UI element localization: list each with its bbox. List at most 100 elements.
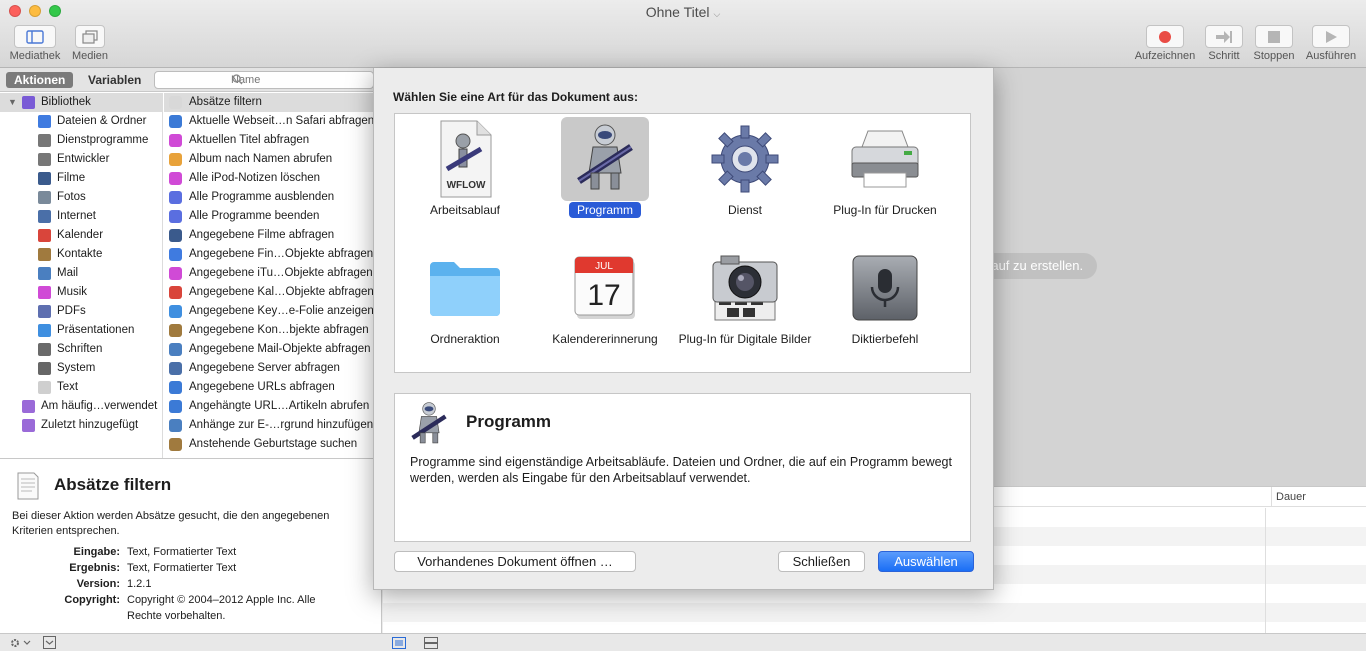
list-view-icon[interactable]	[392, 637, 406, 649]
category-item[interactable]: Am häufig…verwendet	[0, 397, 162, 416]
action-icon	[169, 343, 182, 356]
action-item[interactable]: Absätze filtern	[164, 93, 382, 112]
category-item[interactable]: Kontakte	[0, 245, 162, 264]
action-icon	[169, 210, 182, 223]
category-item[interactable]: Fotos	[0, 188, 162, 207]
action-label: Aktuelle Webseit…n Safari abfragen	[189, 115, 375, 127]
media-label: Medien	[71, 50, 109, 62]
action-label: Angehängte URL…Artikeln abrufen	[189, 400, 370, 412]
gear-menu-icon[interactable]	[9, 637, 31, 649]
library-search-input[interactable]	[154, 71, 374, 89]
run-button[interactable]: Ausführen	[1302, 25, 1360, 62]
open-existing-document-button[interactable]: Vorhandenes Dokument öffnen …	[394, 551, 636, 572]
step-button[interactable]: Schritt	[1203, 25, 1245, 62]
category-label: Kontakte	[57, 248, 103, 260]
meta-key: Eingabe:	[73, 546, 120, 558]
stop-button[interactable]: Stoppen	[1250, 25, 1298, 62]
action-item[interactable]: Album nach Namen abrufen	[164, 150, 382, 169]
action-item[interactable]: Angegebene URLs abfragen	[164, 378, 382, 397]
type-application[interactable]: Programm	[535, 117, 675, 218]
category-item[interactable]: Text	[0, 378, 162, 397]
action-item[interactable]: Anhänge zur E-…rgrund hinzufügen	[164, 416, 382, 435]
type-dictation-command[interactable]: Diktierbefehl	[815, 246, 955, 347]
action-description-text: Bei dieser Aktion werden Absätze gesucht…	[12, 510, 330, 537]
action-item[interactable]: Angegebene Key…e-Folie anzeigen	[164, 302, 382, 321]
media-button[interactable]: Medien	[68, 25, 112, 62]
tab-variables[interactable]: Variablen	[80, 72, 149, 88]
action-label: Angegebene iTu…Objekte abfragen	[189, 267, 373, 279]
action-item[interactable]: Alle Programme ausblenden	[164, 188, 382, 207]
type-print-plugin[interactable]: Plug-In für Drucken	[815, 117, 955, 218]
close-button[interactable]: Schließen	[778, 551, 865, 572]
category-item[interactable]: Dienstprogramme	[0, 131, 162, 150]
category-item[interactable]: System	[0, 359, 162, 378]
category-item[interactable]: ▼ Bibliothek	[0, 93, 162, 112]
category-item[interactable]: Internet	[0, 207, 162, 226]
selected-type-description: Programme sind eigenständige Arbeitsablä…	[410, 455, 952, 485]
disclosure-triangle-icon[interactable]: ▼	[8, 93, 17, 112]
action-label: Angegebene Kon…bjekte abfragen	[189, 324, 369, 336]
type-image-capture-plugin[interactable]: Plug-In für Digitale Bilder	[675, 246, 815, 347]
category-item[interactable]: Kalender	[0, 226, 162, 245]
log-column-duration[interactable]: Dauer	[1271, 487, 1366, 507]
action-item[interactable]: Aktuellen Titel abfragen	[164, 131, 382, 150]
category-label: Fotos	[57, 191, 86, 203]
library-label: Mediathek	[9, 50, 61, 62]
action-item[interactable]: Angegebene Server abfragen	[164, 359, 382, 378]
action-item[interactable]: Anstehende Geburtstage suchen	[164, 435, 382, 454]
category-item[interactable]: Filme	[0, 169, 162, 188]
category-label: Mail	[57, 267, 79, 279]
record-button[interactable]: Aufzeichnen	[1131, 25, 1199, 62]
action-item[interactable]: Aktuelle Webseit…n Safari abfragen	[164, 112, 382, 131]
action-icon	[169, 191, 182, 204]
collapse-panel-icon[interactable]	[43, 636, 56, 649]
category-item[interactable]: Präsentationen	[0, 321, 162, 340]
action-label: Alle Programme beenden	[189, 210, 320, 222]
category-label: Am häufig…verwendet	[41, 400, 158, 412]
type-calendar-alarm[interactable]: JUL 17 Kalendererinnerung	[535, 246, 675, 347]
split-view-icon[interactable]	[424, 637, 438, 649]
category-item[interactable]: Schriften	[0, 340, 162, 359]
category-icon	[38, 191, 51, 204]
category-label: Dateien & Ordner	[57, 115, 147, 127]
text-document-icon	[17, 472, 39, 500]
action-label: Angegebene Key…e-Folie anzeigen	[189, 305, 374, 317]
action-item[interactable]: Angegebene Filme abfragen	[164, 226, 382, 245]
action-item[interactable]: Angehängte URL…Artikeln abrufen	[164, 397, 382, 416]
category-item[interactable]: PDFs	[0, 302, 162, 321]
type-folder-action[interactable]: Ordneraktion	[395, 246, 535, 347]
type-workflow[interactable]: WFLOW Arbeitsablauf	[395, 117, 535, 218]
action-item[interactable]: Angegebene Kon…bjekte abfragen	[164, 321, 382, 340]
action-item[interactable]: Angegebene iTu…Objekte abfragen	[164, 264, 382, 283]
action-item[interactable]: Angegebene Fin…Objekte abfragen	[164, 245, 382, 264]
action-label: Absätze filtern	[189, 96, 262, 108]
action-item[interactable]: Alle Programme beenden	[164, 207, 382, 226]
type-label: Arbeitsablauf	[429, 203, 501, 217]
action-icon	[169, 400, 182, 413]
type-service[interactable]: Dienst	[675, 117, 815, 218]
category-icon	[38, 286, 51, 299]
category-icon	[38, 229, 51, 242]
library-button[interactable]: Mediathek	[6, 25, 64, 62]
category-item[interactable]: Musik	[0, 283, 162, 302]
category-label: Internet	[57, 210, 96, 222]
category-item[interactable]: Entwickler	[0, 150, 162, 169]
category-item[interactable]: Mail	[0, 264, 162, 283]
meta-value: Copyright © 2004–2012 Apple Inc. Alle Re…	[127, 594, 316, 622]
action-item[interactable]: Angegebene Kal…Objekte abfragen	[164, 283, 382, 302]
tab-actions[interactable]: Aktionen	[6, 72, 74, 88]
category-icon	[38, 172, 51, 185]
type-label: Ordneraktion	[430, 332, 500, 346]
action-icon	[169, 134, 182, 147]
action-icon	[169, 381, 182, 394]
action-item[interactable]: Angegebene Mail-Objekte abfragen	[164, 340, 382, 359]
action-label: Aktuellen Titel abfragen	[189, 134, 310, 146]
category-list: ▼ Bibliothek Dateien & Ordner Dienstprogram…	[0, 93, 163, 458]
action-item[interactable]: Alle iPod-Notizen löschen	[164, 169, 382, 188]
action-icon	[169, 362, 182, 375]
category-item[interactable]: Dateien & Ordner	[0, 112, 162, 131]
category-item[interactable]: Zuletzt hinzugefügt	[0, 416, 162, 435]
choose-button[interactable]: Auswählen	[878, 551, 974, 572]
window-title[interactable]: Ohne Titel ⌵	[0, 4, 1366, 20]
type-label: Plug-In für Digitale Bilder	[678, 332, 812, 346]
